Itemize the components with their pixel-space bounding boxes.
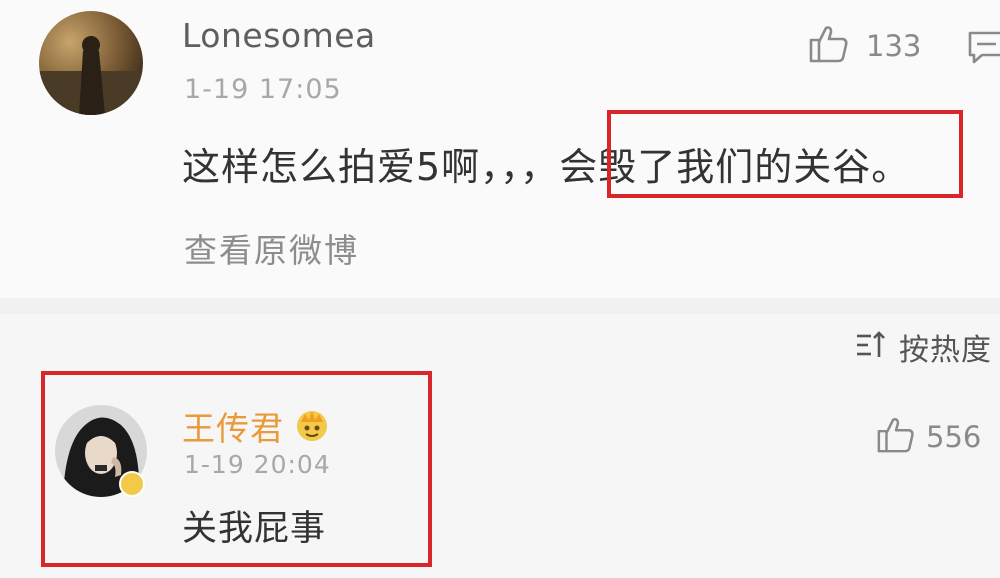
reply-like-count: 556 (926, 420, 982, 454)
comment-icon[interactable] (966, 27, 1000, 67)
highlight-box (607, 110, 963, 198)
comment-text-prefix: 这样怎么拍爱5啊，，， (182, 145, 560, 189)
sort-by-hot-button[interactable]: 按热度 (855, 325, 992, 369)
reply-highlight-box (41, 371, 432, 567)
username[interactable]: Lonesomea (182, 16, 376, 55)
view-original-link[interactable]: 查看原微博 (184, 224, 359, 272)
timestamp: 1-19 17:05 (184, 74, 342, 105)
divider (0, 298, 1000, 314)
top-comment: Lonesomea 1-19 17:05 133 这样怎么拍爱5啊，，，会毁了我… (0, 0, 1000, 298)
thumbs-up-icon (808, 23, 850, 69)
sort-label: 按热度 (899, 333, 992, 368)
reply-like-button[interactable]: 556 (876, 415, 981, 459)
avatar[interactable] (39, 11, 143, 115)
like-count: 133 (866, 29, 922, 63)
weibo-comment-screenshot: Lonesomea 1-19 17:05 133 这样怎么拍爱5啊，，，会毁了我… (0, 0, 1000, 578)
thumbs-up-icon (876, 415, 916, 459)
like-button[interactable]: 133 (808, 22, 921, 70)
sort-icon (855, 330, 887, 364)
